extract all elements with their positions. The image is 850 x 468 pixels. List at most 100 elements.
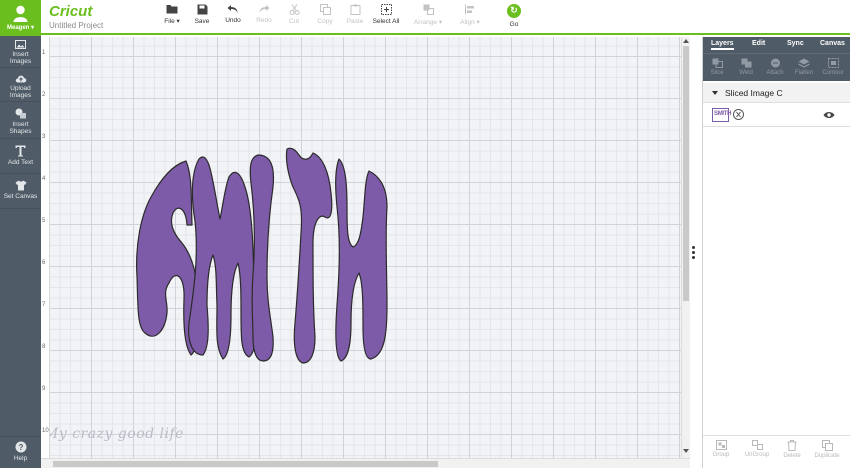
ruler-number: 2 <box>42 92 46 98</box>
ungroup-icon <box>751 440 763 450</box>
user-menu[interactable]: Meagen ▾ <box>0 0 41 36</box>
arrange-icon <box>423 4 434 15</box>
folder-icon <box>166 5 178 14</box>
sidebar-item-label: Insert <box>12 51 29 58</box>
slice-button[interactable]: Slice <box>703 58 731 76</box>
ruler-number: 3 <box>42 134 46 140</box>
horizontal-scrollbar[interactable] <box>41 458 690 468</box>
left-sidebar: Meagen ▾ Insert Images Upload Images Ins… <box>0 0 41 468</box>
horizontal-scroll-thumb[interactable] <box>53 461 438 467</box>
user-icon <box>13 5 28 22</box>
toolbar-label: Copy <box>317 18 333 25</box>
layer-group-name: Sliced Image C <box>725 88 783 98</box>
save-icon <box>197 4 207 15</box>
cut-icon <box>289 4 299 15</box>
align-menu-button[interactable]: Align ▾ <box>450 4 490 26</box>
sidebar-item-label: Images <box>9 58 32 65</box>
ungroup-button[interactable]: UnGroup <box>740 440 774 458</box>
slice-icon <box>712 58 723 68</box>
toolbar-label: Arrange ▾ <box>413 19 443 26</box>
weld-button[interactable]: Weld <box>732 58 760 76</box>
copy-icon <box>319 4 331 15</box>
tab-edit[interactable]: Edit <box>752 40 765 47</box>
select-all-icon <box>380 4 392 15</box>
weld-icon <box>741 58 751 68</box>
contour-button[interactable]: Contour <box>819 58 847 76</box>
attach-button[interactable]: Attach <box>761 58 789 76</box>
action-label: Duplicate <box>814 453 840 459</box>
smith-monogram-design[interactable] <box>41 37 681 458</box>
panel-resize-handle[interactable] <box>692 246 696 260</box>
ruler-number: 4 <box>42 176 46 182</box>
ruler-number: 9 <box>42 386 46 392</box>
ruler-number: 10 <box>42 428 49 434</box>
brand-logo: Cricut <box>49 3 93 20</box>
cloud-upload-icon <box>15 75 26 83</box>
sidebar-item-insert-shapes[interactable]: Insert Shapes <box>0 103 41 139</box>
toolbar-label: Redo <box>256 17 272 24</box>
watermark-text: My crazy good life <box>44 426 184 442</box>
sidebar-item-label: Set Canvas <box>3 193 38 200</box>
sidebar-item-insert-images[interactable]: Insert Images <box>0 37 41 68</box>
undo-icon <box>227 5 238 13</box>
layers-panel: Layers Edit Sync Canvas Slice Weld Attac… <box>702 37 850 468</box>
layer-tools: Slice Weld Attach Flatten Contour <box>703 53 850 81</box>
top-toolbar: Cricut Untitled Project File ▾ Save Undo… <box>41 0 850 35</box>
toolbar-label: Save <box>194 18 210 25</box>
arrange-menu-button[interactable]: Arrange ▾ <box>408 4 448 26</box>
sidebar-item-label: Upload <box>10 85 31 92</box>
layer-row[interactable]: SMITH <box>703 103 850 127</box>
sidebar-item-upload-images[interactable]: Upload Images <box>0 69 41 102</box>
flatten-button[interactable]: Flatten <box>790 58 818 76</box>
scissors-cut-icon[interactable] <box>733 109 744 120</box>
toolbar-label: Paste <box>346 18 364 25</box>
select-all-button[interactable]: Select All <box>366 4 406 25</box>
sidebar-item-help[interactable]: ? Help <box>0 436 41 468</box>
sidebar-item-label: Add Text <box>7 159 34 166</box>
go-icon: ↻ <box>507 4 521 18</box>
image-icon <box>15 40 26 49</box>
tab-layers[interactable]: Layers <box>711 40 734 50</box>
scroll-down-arrow-icon[interactable] <box>683 449 689 453</box>
paste-icon <box>350 4 360 15</box>
design-canvas[interactable]: My crazy good life <box>41 37 681 458</box>
tool-label: Attach <box>766 70 784 76</box>
group-icon <box>715 440 727 450</box>
tshirt-icon <box>15 180 26 191</box>
text-t-icon <box>15 145 26 157</box>
layer-actions: Group UnGroup Delete Duplicate <box>703 435 850 468</box>
group-button[interactable]: Group <box>704 440 738 458</box>
help-icon: ? <box>15 441 26 453</box>
sidebar-item-add-text[interactable]: Add Text <box>0 140 41 174</box>
ruler-number: 5 <box>42 218 46 224</box>
eye-icon[interactable] <box>823 111 835 119</box>
delete-button[interactable]: Delete <box>775 440 809 459</box>
layer-group-header[interactable]: Sliced Image C <box>703 83 850 103</box>
svg-text:?: ? <box>18 443 23 452</box>
duplicate-icon <box>821 440 833 451</box>
duplicate-button[interactable]: Duplicate <box>810 440 844 459</box>
action-label: Delete <box>783 453 801 459</box>
tab-sync[interactable]: Sync <box>787 40 804 47</box>
sidebar-item-label: Insert <box>12 121 29 128</box>
layer-thumbnail: SMITH <box>712 108 732 122</box>
tool-label: Contour <box>822 70 844 76</box>
project-name[interactable]: Untitled Project <box>49 21 103 30</box>
action-label: Group <box>712 452 730 458</box>
toolbar-label: Select All <box>372 18 400 25</box>
vertical-scroll-thumb[interactable] <box>683 46 689 301</box>
layer-thumbnail-text: SMITH <box>714 111 732 117</box>
go-button[interactable]: ↻ Go <box>494 4 534 28</box>
tool-label: Slice <box>710 70 724 76</box>
vertical-scrollbar[interactable] <box>681 37 690 458</box>
sidebar-item-label: Images <box>9 92 32 99</box>
ruler-number: 7 <box>42 302 46 308</box>
toolbar-label: Cut <box>288 18 300 25</box>
scroll-up-arrow-icon[interactable] <box>683 39 689 43</box>
ruler-number: 6 <box>42 260 46 266</box>
sidebar-item-label: Shapes <box>9 128 32 135</box>
caret-down-icon[interactable] <box>712 91 718 95</box>
sidebar-item-set-canvas[interactable]: Set Canvas <box>0 175 41 209</box>
panel-tabs: Layers Edit Sync Canvas <box>703 37 850 53</box>
tab-canvas[interactable]: Canvas <box>820 40 845 47</box>
